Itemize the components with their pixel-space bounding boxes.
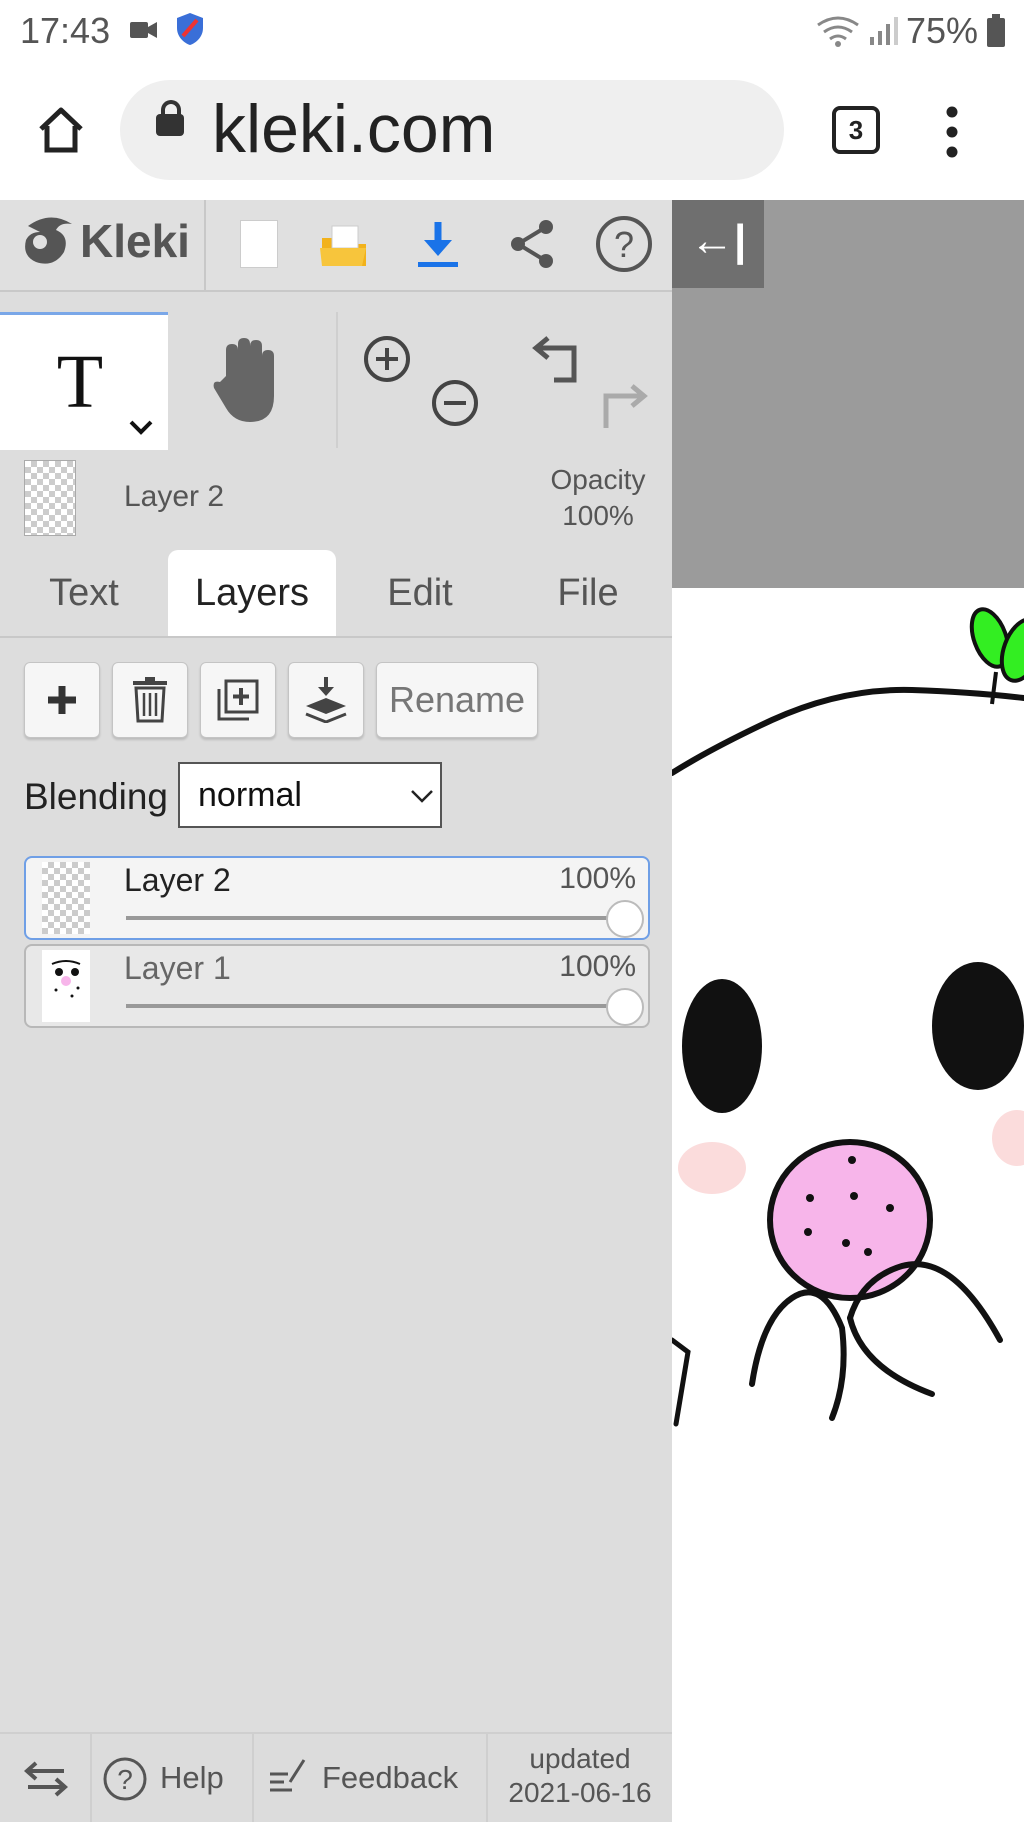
svg-text:T: T bbox=[57, 351, 103, 411]
tab-text[interactable]: Text bbox=[0, 550, 168, 636]
kleki-logo[interactable]: Kleki bbox=[20, 212, 190, 270]
layer-2-name: Layer 2 bbox=[124, 862, 231, 898]
current-layer-header: Layer 2 Opacity 100% bbox=[0, 450, 672, 542]
collapse-panel-label: ←| bbox=[690, 216, 747, 265]
home-icon[interactable] bbox=[36, 106, 86, 154]
folder-icon[interactable] bbox=[318, 218, 370, 270]
kleki-logo-icon bbox=[25, 217, 72, 264]
chevron-down-icon bbox=[411, 790, 433, 803]
updated-label: updated bbox=[529, 1743, 631, 1774]
layer-1-thumbnail bbox=[42, 950, 90, 1022]
merge-down-button[interactable] bbox=[288, 662, 364, 738]
help-button[interactable]: ? Help bbox=[92, 1734, 254, 1822]
layer-row-layer-2[interactable]: Layer 2 100% bbox=[24, 856, 650, 940]
opacity-value: 100% bbox=[562, 500, 634, 531]
logo-text: Kleki bbox=[80, 215, 190, 267]
current-layer-thumbnail bbox=[24, 460, 76, 536]
new-file-icon[interactable] bbox=[234, 218, 286, 270]
tab-file[interactable]: File bbox=[504, 550, 672, 636]
rename-layer-button[interactable]: Rename bbox=[376, 662, 538, 738]
signal-icon bbox=[869, 17, 898, 45]
tab-switcher-button[interactable]: 3 bbox=[832, 106, 880, 154]
layer-row-layer-1[interactable]: Layer 1 100% bbox=[24, 944, 650, 1028]
app-topbar: Kleki ? bbox=[0, 200, 672, 292]
battery-icon bbox=[987, 14, 1005, 47]
lock-icon bbox=[156, 100, 184, 136]
divider bbox=[204, 200, 206, 290]
blending-value: normal bbox=[198, 776, 302, 814]
redo-icon[interactable] bbox=[594, 382, 650, 432]
panel-footer: ? Help Feedback updated 2021-06-16 bbox=[0, 1732, 672, 1822]
help-label: Help bbox=[160, 1760, 224, 1795]
more-vert-icon[interactable] bbox=[944, 106, 960, 158]
camera-icon bbox=[130, 22, 157, 38]
hand-icon[interactable] bbox=[212, 336, 284, 426]
share-icon[interactable] bbox=[506, 218, 558, 270]
divider bbox=[336, 312, 338, 448]
trash-icon bbox=[133, 677, 167, 723]
duplicate-icon bbox=[217, 679, 259, 721]
battery-percent: 75% bbox=[905, 10, 978, 51]
shield-icon bbox=[177, 13, 203, 45]
zoom-in-icon[interactable] bbox=[362, 334, 412, 384]
feedback-button[interactable]: Feedback bbox=[254, 1734, 488, 1822]
layer-2-thumbnail bbox=[42, 862, 90, 934]
svg-text:?: ? bbox=[614, 224, 634, 265]
layer-1-opacity: 100% bbox=[559, 950, 636, 983]
layer-2-opacity-slider-track[interactable] bbox=[126, 916, 620, 920]
layer-2-opacity-slider-handle[interactable] bbox=[606, 900, 644, 938]
feedback-label: Feedback bbox=[322, 1760, 459, 1795]
undo-icon[interactable] bbox=[530, 334, 586, 384]
blending-label: Blending bbox=[24, 776, 169, 817]
panel-tabs: Text Layers Edit File bbox=[0, 542, 672, 638]
tool-row: T bbox=[0, 312, 672, 451]
feedback-icon bbox=[270, 1759, 306, 1792]
plus-icon bbox=[48, 686, 76, 714]
layer-1-opacity-slider-handle[interactable] bbox=[606, 988, 644, 1026]
wifi-icon bbox=[817, 16, 859, 47]
delete-layer-button[interactable] bbox=[112, 662, 188, 738]
zoom-out-icon[interactable] bbox=[430, 378, 480, 428]
browser-toolbar: kleki.com 3 bbox=[0, 62, 1024, 200]
opacity-label: Opacity bbox=[550, 464, 646, 495]
tab-layers[interactable]: Layers bbox=[168, 550, 336, 636]
updated-date: 2021-06-16 bbox=[508, 1777, 652, 1808]
layer-2-opacity: 100% bbox=[559, 862, 636, 895]
tab-edit[interactable]: Edit bbox=[336, 550, 504, 636]
status-bar: 17:43 75% bbox=[0, 0, 1024, 62]
collapse-panel-button[interactable]: ←| bbox=[672, 200, 764, 288]
merge-down-icon bbox=[305, 677, 347, 724]
duplicate-layer-button[interactable] bbox=[200, 662, 276, 738]
canvas-drawing bbox=[669, 607, 1024, 1427]
download-icon[interactable] bbox=[412, 218, 464, 270]
swap-side-button[interactable] bbox=[0, 1734, 92, 1822]
help-icon: ? bbox=[103, 1757, 147, 1801]
current-layer-name: Layer 2 bbox=[124, 480, 225, 513]
drawing-canvas[interactable] bbox=[669, 588, 1024, 1820]
url-text: kleki.com bbox=[212, 91, 496, 167]
updated-info: updated 2021-06-16 bbox=[490, 1742, 670, 1810]
url-field[interactable]: kleki.com bbox=[120, 80, 784, 180]
add-layer-button[interactable] bbox=[24, 662, 100, 738]
blending-select[interactable]: normal bbox=[178, 762, 442, 828]
layer-1-opacity-slider-track[interactable] bbox=[126, 1004, 620, 1008]
help-icon[interactable]: ? bbox=[594, 214, 654, 274]
chevron-down-icon[interactable] bbox=[128, 419, 154, 435]
text-tool-icon: T bbox=[57, 351, 103, 411]
swap-icon bbox=[24, 1761, 68, 1797]
svg-text:?: ? bbox=[117, 1764, 133, 1795]
text-tool-button[interactable]: T bbox=[0, 312, 168, 451]
layer-1-name: Layer 1 bbox=[124, 950, 231, 986]
status-time: 17:43 bbox=[20, 10, 111, 51]
